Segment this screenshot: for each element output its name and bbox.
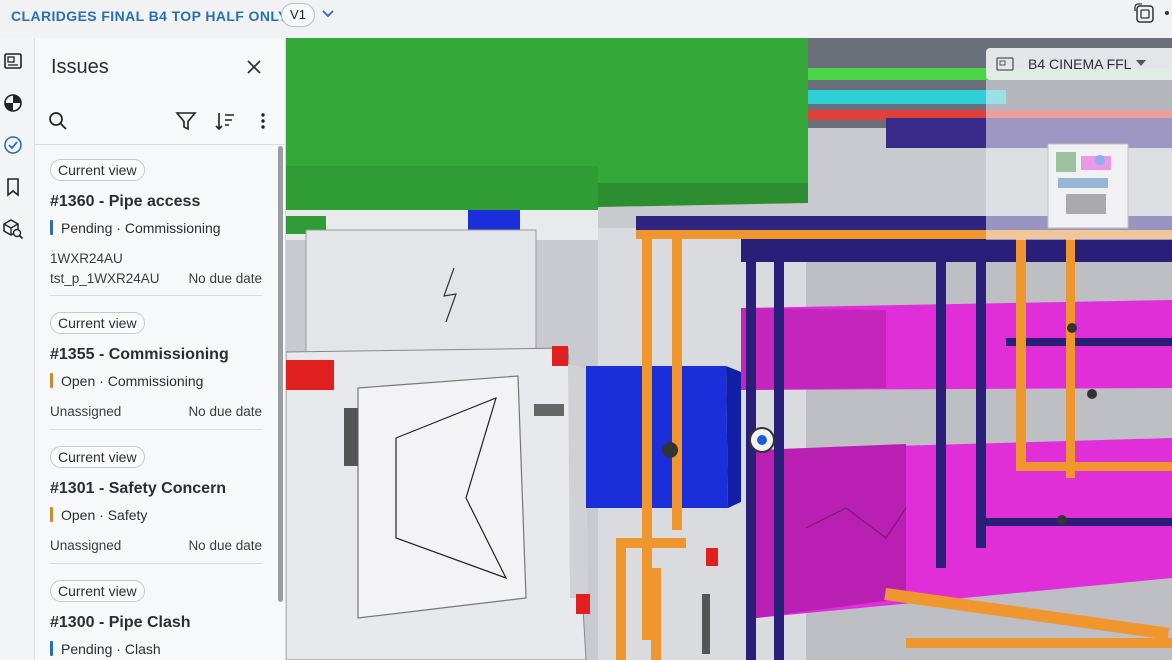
issue-card[interactable]: Current view #1300 - Pipe Clash Pending … [50, 580, 262, 660]
divider [50, 295, 262, 296]
issue-status: Open · Commissioning [50, 373, 203, 389]
divider [50, 429, 262, 430]
level-name: B4 CINEMA FFL [1028, 56, 1132, 72]
issue-status: Open · Safety [50, 507, 147, 523]
top-bar: CLARIDGES FINAL B4 TOP HALF ONLY.n... V1 [0, 0, 1172, 38]
issue-assignee: tst_p_1WXR24AU [50, 271, 160, 286]
status-label: Pending [61, 220, 113, 236]
sheets-icon[interactable] [2, 50, 24, 72]
search-icon[interactable] [47, 110, 69, 132]
close-icon[interactable] [243, 56, 265, 78]
model-browser-icon[interactable] [2, 218, 24, 240]
issue-status: Pending · Commissioning [50, 220, 221, 236]
current-view-chip: Current view [50, 159, 145, 181]
status-indicator [50, 220, 53, 235]
more-options-icon[interactable] [252, 110, 274, 132]
issue-status: Pending · Clash [50, 641, 161, 657]
issue-type: Commissioning [124, 220, 221, 236]
status-label: Open [61, 507, 96, 523]
issue-title: #1360 - Pipe access [50, 193, 201, 210]
version-badge[interactable]: V1 [281, 3, 315, 27]
panel-title: Issues [51, 56, 109, 78]
current-view-chip: Current view [50, 446, 145, 468]
minimap[interactable] [986, 80, 1172, 240]
issue-assignee: Unassigned [50, 538, 122, 553]
issue-card[interactable]: Current view #1360 - Pipe access Pending… [50, 159, 262, 295]
filter-icon[interactable] [175, 110, 197, 132]
issue-reference: 1WXR24AU [50, 251, 123, 266]
issue-type: Commissioning [107, 373, 204, 389]
sort-icon[interactable] [214, 110, 236, 132]
panel-toolbar [35, 100, 285, 145]
file-title[interactable]: CLARIDGES FINAL B4 TOP HALF ONLY.n... [11, 8, 312, 24]
issue-assignee: Unassigned [50, 404, 122, 419]
status-label: Pending [61, 641, 113, 657]
issue-due-date: No due date [188, 404, 262, 419]
issue-title: #1355 - Commissioning [50, 346, 229, 363]
current-view-chip: Current view [50, 312, 145, 334]
caret-down-icon[interactable] [1136, 60, 1146, 66]
issue-title: #1301 - Safety Concern [50, 480, 227, 497]
status-label: Open [61, 373, 96, 389]
bookmark-icon[interactable] [2, 176, 24, 198]
issue-card[interactable]: Current view #1301 - Safety Concern Open… [50, 446, 262, 564]
issues-panel: Issues Current view #1360 - Pipe access … [35, 38, 286, 660]
models-icon[interactable] [2, 92, 24, 114]
issue-type: Safety [107, 507, 148, 523]
more-icon[interactable] [1165, 11, 1169, 15]
issue-due-date: No due date [188, 538, 262, 553]
divider [50, 563, 262, 564]
issue-due-date: No due date [188, 271, 262, 286]
status-indicator [50, 373, 53, 388]
issue-type: Clash [124, 641, 161, 657]
chevron-down-icon[interactable] [321, 7, 335, 21]
status-indicator [50, 641, 53, 656]
issues-icon[interactable] [2, 134, 24, 156]
issue-title: #1300 - Pipe Clash [50, 614, 191, 631]
panel-scrollbar[interactable] [278, 146, 283, 602]
view-cube-icon[interactable] [1134, 3, 1156, 25]
issue-card[interactable]: Current view #1355 - Commissioning Open … [50, 312, 262, 430]
level-icon [996, 57, 1014, 71]
status-indicator [50, 507, 53, 522]
level-selector[interactable]: B4 CINEMA FFL [986, 48, 1172, 80]
left-rail [0, 38, 35, 660]
current-view-chip: Current view [50, 580, 145, 602]
